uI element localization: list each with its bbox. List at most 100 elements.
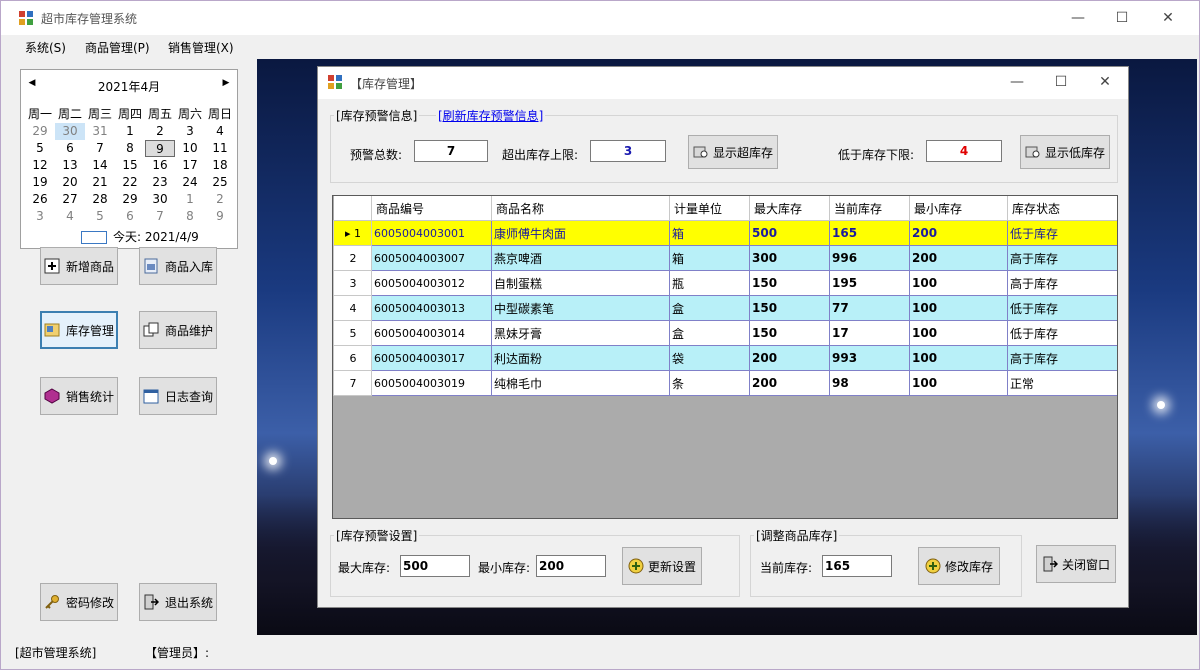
calendar-day[interactable]: 31 <box>85 123 115 140</box>
calendar-day-selected[interactable]: 9 <box>145 140 175 157</box>
cell-min[interactable]: 100 <box>909 320 1008 346</box>
cell-status[interactable]: 高于库存 <box>1007 245 1117 271</box>
current-stock-input[interactable]: 165 <box>822 555 892 577</box>
cell-name[interactable]: 中型碳素笔 <box>491 295 670 321</box>
calendar-today[interactable]: 今天: 2021/4/9 <box>81 228 199 245</box>
add-product-button[interactable]: 新增商品 <box>40 247 118 285</box>
month-calendar[interactable]: 2021年4月 ◀ ▶ 周一 周二 周三 周四 周五 周六 周日 29 30 3… <box>20 69 238 249</box>
log-query-button[interactable]: 日志查询 <box>139 377 217 415</box>
cell-name[interactable]: 康师傅牛肉面 <box>491 220 670 246</box>
column-header[interactable]: 最小库存 <box>909 196 1008 221</box>
cell-status[interactable]: 低于库存 <box>1007 320 1117 346</box>
cell-code[interactable]: 6005004003017 <box>371 345 492 371</box>
table-row[interactable]: 7 6005004003019 纯棉毛巾 条 200 98 100 正常 <box>333 370 1117 396</box>
cell-min[interactable]: 100 <box>909 345 1008 371</box>
cell-current[interactable]: 996 <box>829 245 910 271</box>
cell-max[interactable]: 300 <box>749 245 830 271</box>
column-header[interactable]: 商品编号 <box>371 196 492 221</box>
calendar-day[interactable]: 30 <box>55 123 85 140</box>
cell-code[interactable]: 6005004003019 <box>371 370 492 396</box>
cell-current[interactable]: 195 <box>829 270 910 296</box>
cell-name[interactable]: 燕京啤酒 <box>491 245 670 271</box>
row-header[interactable]: 4 <box>333 295 372 321</box>
calendar-day[interactable]: 9 <box>205 208 235 225</box>
cell-status[interactable]: 高于库存 <box>1007 345 1117 371</box>
calendar-day[interactable]: 2 <box>205 191 235 208</box>
cell-current[interactable]: 993 <box>829 345 910 371</box>
calendar-day[interactable]: 23 <box>145 174 175 191</box>
calendar-day[interactable]: 8 <box>175 208 205 225</box>
row-header[interactable]: 5 <box>333 320 372 346</box>
cell-min[interactable]: 100 <box>909 270 1008 296</box>
cell-unit[interactable]: 瓶 <box>669 270 750 296</box>
menu-product[interactable]: 商品管理(P) <box>85 39 150 56</box>
calendar-day[interactable]: 2 <box>145 123 175 140</box>
warning-total-field[interactable]: 7 <box>414 140 488 162</box>
calendar-day[interactable]: 24 <box>175 174 205 191</box>
cell-name[interactable]: 黑妹牙膏 <box>491 320 670 346</box>
cell-max[interactable]: 150 <box>749 320 830 346</box>
calendar-day[interactable]: 6 <box>55 140 85 157</box>
column-header[interactable]: 最大库存 <box>749 196 830 221</box>
min-stock-input[interactable]: 200 <box>536 555 606 577</box>
calendar-day[interactable]: 29 <box>115 191 145 208</box>
table-row[interactable]: 2 6005004003007 燕京啤酒 箱 300 996 200 高于库存 <box>333 245 1117 271</box>
inventory-button[interactable]: 库存管理 <box>40 311 118 349</box>
cell-current[interactable]: 98 <box>829 370 910 396</box>
row-header[interactable]: 2 <box>333 245 372 271</box>
cell-max[interactable]: 500 <box>749 220 830 246</box>
cell-unit[interactable]: 箱 <box>669 245 750 271</box>
calendar-day[interactable]: 1 <box>175 191 205 208</box>
calendar-day[interactable]: 12 <box>25 157 55 174</box>
calendar-day[interactable]: 25 <box>205 174 235 191</box>
cell-name[interactable]: 利达面粉 <box>491 345 670 371</box>
cell-unit[interactable]: 箱 <box>669 220 750 246</box>
calendar-day[interactable]: 29 <box>25 123 55 140</box>
table-row[interactable]: 3 6005004003012 自制蛋糕 瓶 150 195 100 高于库存 <box>333 270 1117 296</box>
calendar-day[interactable]: 8 <box>115 140 145 157</box>
column-header[interactable]: 库存状态 <box>1007 196 1117 221</box>
table-row[interactable]: 4 6005004003013 中型碳素笔 盒 150 77 100 低于库存 <box>333 295 1117 321</box>
calendar-day[interactable]: 4 <box>55 208 85 225</box>
change-password-button[interactable]: 密码修改 <box>40 583 118 621</box>
max-stock-input[interactable]: 500 <box>400 555 470 577</box>
calendar-day[interactable]: 11 <box>205 140 235 157</box>
minimize-button[interactable]: — <box>1063 7 1093 29</box>
close-button[interactable]: ✕ <box>1153 7 1183 29</box>
calendar-day[interactable]: 20 <box>55 174 85 191</box>
cell-min[interactable]: 200 <box>909 245 1008 271</box>
over-limit-field[interactable]: 3 <box>590 140 666 162</box>
cell-min[interactable]: 100 <box>909 295 1008 321</box>
calendar-day[interactable]: 16 <box>145 157 175 174</box>
row-header[interactable]: ▸ 1 <box>333 220 372 246</box>
cell-code[interactable]: 6005004003001 <box>371 220 492 246</box>
exit-system-button[interactable]: 退出系统 <box>139 583 217 621</box>
cell-max[interactable]: 200 <box>749 345 830 371</box>
child-minimize-button[interactable]: — <box>1002 71 1032 93</box>
row-header[interactable]: 6 <box>333 345 372 371</box>
calendar-day[interactable]: 15 <box>115 157 145 174</box>
modify-stock-button[interactable]: 修改库存 <box>918 547 1000 585</box>
cell-status[interactable]: 低于库存 <box>1007 220 1117 246</box>
calendar-day[interactable]: 5 <box>85 208 115 225</box>
cell-max[interactable]: 150 <box>749 295 830 321</box>
calendar-day[interactable]: 1 <box>115 123 145 140</box>
cell-unit[interactable]: 袋 <box>669 345 750 371</box>
calendar-day[interactable]: 30 <box>145 191 175 208</box>
calendar-day[interactable]: 6 <box>115 208 145 225</box>
cell-unit[interactable]: 条 <box>669 370 750 396</box>
cell-name[interactable]: 自制蛋糕 <box>491 270 670 296</box>
cell-name[interactable]: 纯棉毛巾 <box>491 370 670 396</box>
calendar-day[interactable]: 3 <box>175 123 205 140</box>
menu-sales[interactable]: 销售管理(X) <box>168 39 234 56</box>
cell-status[interactable]: 正常 <box>1007 370 1117 396</box>
calendar-day[interactable]: 4 <box>205 123 235 140</box>
cell-status[interactable]: 高于库存 <box>1007 270 1117 296</box>
stock-in-button[interactable]: 商品入库 <box>139 247 217 285</box>
maintain-button[interactable]: 商品维护 <box>139 311 217 349</box>
table-row[interactable]: 5 6005004003014 黑妹牙膏 盒 150 17 100 低于库存 <box>333 320 1117 346</box>
calendar-day[interactable]: 27 <box>55 191 85 208</box>
cell-current[interactable]: 17 <box>829 320 910 346</box>
cell-unit[interactable]: 盒 <box>669 295 750 321</box>
calendar-day[interactable]: 17 <box>175 157 205 174</box>
